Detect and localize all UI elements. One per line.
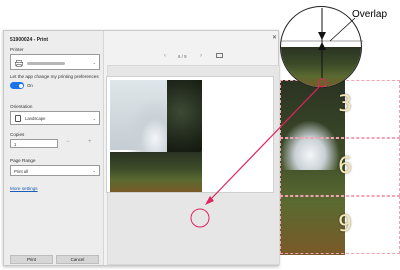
preview-foliage (110, 152, 202, 192)
minus-icon[interactable]: − (66, 139, 70, 145)
preview-tree (167, 80, 202, 160)
magnifier (280, 6, 362, 88)
toggle-state-text: On (27, 83, 33, 88)
copies-input[interactable]: 1 (10, 139, 58, 148)
chevron-down-icon: ⌄ (92, 60, 96, 65)
tile-number: 9 (338, 212, 352, 237)
printer-label: Printer (10, 47, 24, 52)
dialog-title: 51900024 - Print (10, 37, 49, 43)
printer-icon (15, 60, 23, 67)
copies-value: 1 (14, 142, 17, 147)
page-range-value: Print all (14, 169, 28, 174)
tile-number: 3 (338, 92, 352, 117)
chevron-down-icon: ⌄ (92, 116, 96, 121)
tiled-output: 3 6 9 (280, 80, 400, 255)
printer-select[interactable]: ⌄ (10, 54, 100, 70)
more-settings-link[interactable]: More settings (10, 186, 38, 191)
page-range-select[interactable]: Print all ⌄ (10, 165, 100, 176)
cancel-button[interactable]: Cancel (56, 255, 99, 264)
next-page-icon[interactable]: › (200, 53, 202, 59)
printer-name-redacted (27, 62, 65, 65)
page-indicator: 6 / 9 (178, 54, 187, 59)
preview-page (106, 76, 274, 193)
plus-icon[interactable]: + (88, 139, 92, 145)
prev-page-icon[interactable]: ‹ (164, 53, 166, 59)
settings-pane: 51900024 - Print Printer ⌄ Let the app c… (4, 31, 104, 265)
copies-label: Copies (10, 132, 25, 137)
chevron-down-icon: ⌄ (92, 168, 96, 173)
tile-number: 6 (338, 154, 352, 179)
print-button[interactable]: Print (10, 255, 53, 264)
overlap-label: Overlap (352, 9, 388, 20)
page-range-label: Page Range (10, 158, 36, 163)
orientation-value: Landscape (25, 116, 46, 121)
orientation-select[interactable]: Landscape ⌄ (10, 111, 100, 125)
close-icon[interactable]: ✕ (272, 34, 277, 41)
app-pref-label: Let the app change my printing preferenc… (10, 74, 99, 79)
page-orientation-icon (15, 115, 21, 122)
magnifier-photo (281, 47, 361, 87)
screenshot-stage: 51900024 - Print Printer ⌄ Let the app c… (0, 0, 400, 270)
app-pref-toggle[interactable] (10, 82, 24, 89)
fit-page-icon[interactable] (216, 53, 223, 58)
orientation-label: Orientation (10, 104, 33, 109)
